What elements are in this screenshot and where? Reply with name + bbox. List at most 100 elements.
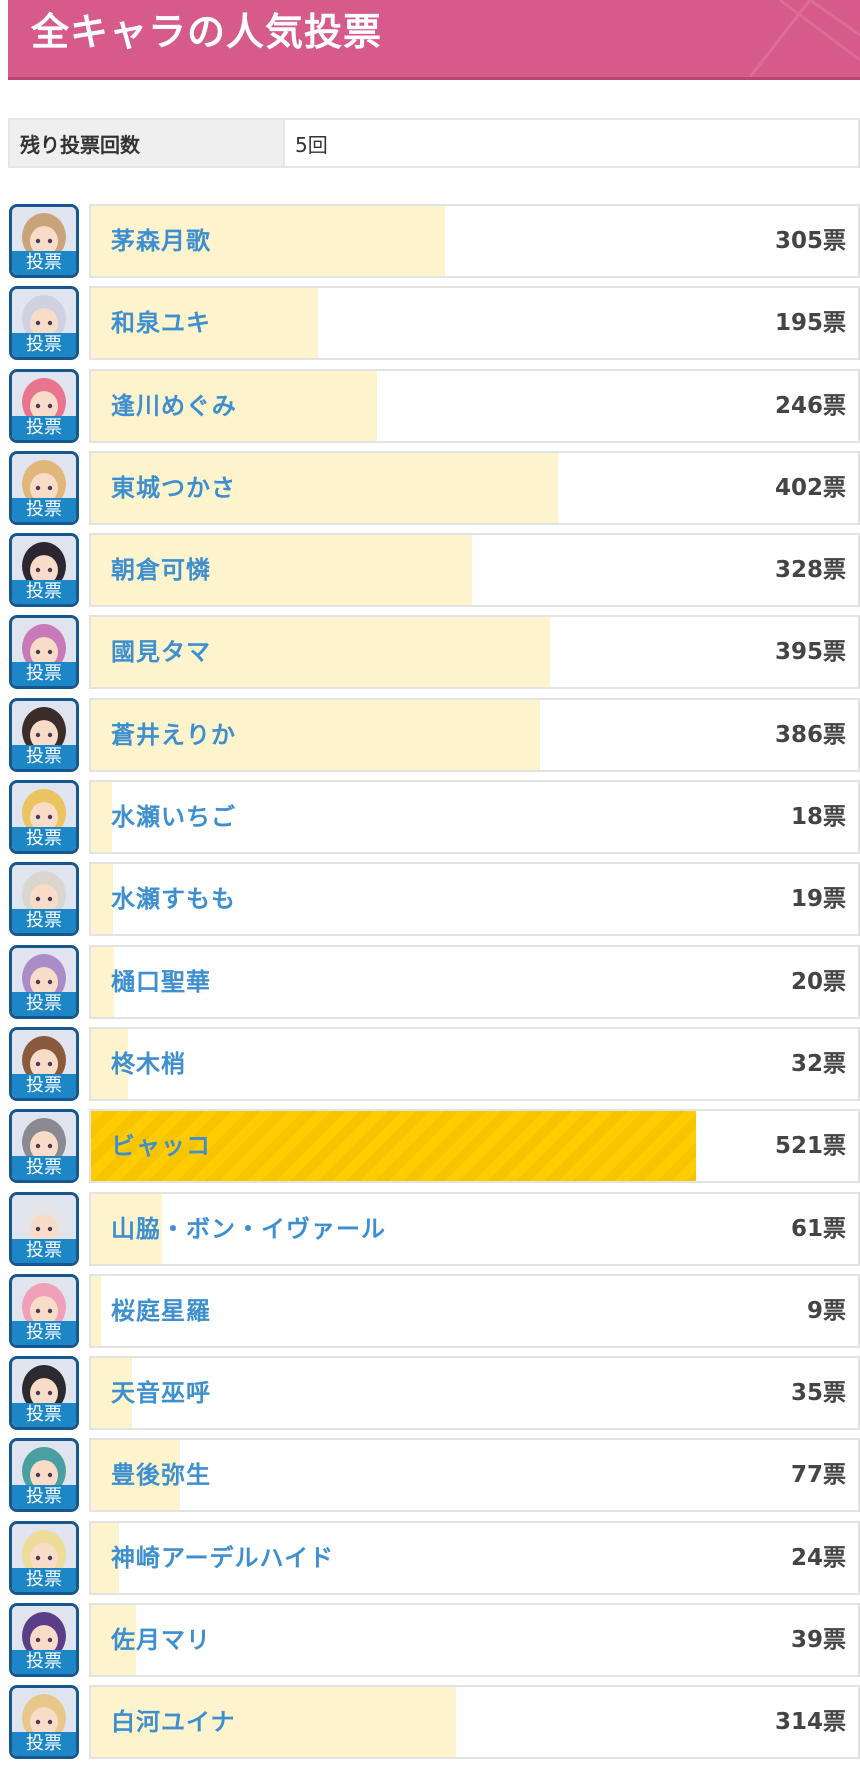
character-name-link[interactable]: 朝倉可憐 [111, 535, 211, 605]
character-row: 投票 白河ユイナ 314票 [0, 1685, 860, 1767]
vote-button-label: 投票 [12, 1732, 76, 1757]
vote-bar: 國見タマ 395票 [89, 615, 860, 690]
header-decoration [748, 0, 860, 77]
remaining-votes-table: 残り投票回数 5回 [8, 118, 860, 168]
vote-bar: 桜庭星羅 9票 [89, 1273, 860, 1348]
character-avatar-vote-button[interactable]: 投票 [9, 450, 79, 525]
vote-count: 32票 [790, 1050, 846, 1077]
vote-bar: 樋口聖華 20票 [89, 944, 860, 1019]
vote-bar: 天音巫呼 35票 [89, 1356, 860, 1431]
character-name-link[interactable]: 天音巫呼 [111, 1358, 211, 1428]
vote-count: 521票 [774, 1133, 846, 1160]
character-avatar-vote-button[interactable]: 投票 [9, 368, 79, 443]
character-avatar-vote-button[interactable]: 投票 [9, 944, 79, 1019]
character-name-link[interactable]: 和泉ユキ [111, 288, 211, 358]
character-avatar-vote-button[interactable]: 投票 [9, 615, 79, 690]
character-name-link[interactable]: 蒼井えりか [111, 700, 236, 770]
vote-bar: 東城つかさ 402票 [89, 450, 860, 525]
character-name-link[interactable]: 神崎アーデルハイド [111, 1523, 334, 1593]
character-row: 投票 佐月マリ 39票 [0, 1603, 860, 1685]
character-row: 投票 東城つかさ 402票 [0, 450, 860, 533]
character-name-link[interactable]: 豊後弥生 [111, 1440, 211, 1510]
vote-bar-fill [91, 864, 113, 935]
vote-bar: 逢川めぐみ 246票 [89, 368, 860, 443]
character-avatar-vote-button[interactable]: 投票 [9, 1603, 79, 1678]
character-avatar-vote-button[interactable]: 投票 [9, 1356, 79, 1431]
character-name-link[interactable]: 國見タマ [111, 617, 211, 687]
vote-button-label: 投票 [12, 415, 76, 440]
character-avatar-vote-button[interactable]: 投票 [9, 1109, 79, 1184]
character-name-link[interactable]: 樋口聖華 [111, 947, 211, 1017]
vote-count: 9票 [806, 1297, 846, 1324]
character-row: 投票 樋口聖華 20票 [0, 944, 860, 1027]
character-name-link[interactable]: 柊木梢 [111, 1029, 186, 1099]
vote-count: 20票 [790, 968, 846, 995]
character-name-link[interactable]: 東城つかさ [111, 453, 236, 523]
vote-count: 402票 [774, 474, 846, 501]
vote-count: 18票 [790, 804, 846, 831]
character-row: 投票 神崎アーデルハイド 24票 [0, 1520, 860, 1603]
character-name-link[interactable]: 白河ユイナ [111, 1687, 236, 1757]
character-avatar-vote-button[interactable]: 投票 [9, 697, 79, 772]
character-row: 投票 蒼井えりか 386票 [0, 697, 860, 780]
character-name-link[interactable]: 山脇・ボン・イヴァール [111, 1194, 386, 1264]
vote-count: 35票 [790, 1380, 846, 1407]
vote-count: 328票 [774, 557, 846, 584]
character-row: 投票 山脇・ボン・イヴァール 61票 [0, 1191, 860, 1274]
vote-button-label: 投票 [12, 580, 76, 605]
character-name-link[interactable]: ビャッコ [111, 1111, 211, 1181]
character-row: 投票 水瀬いちご 18票 [0, 780, 860, 862]
vote-bar: 朝倉可憐 328票 [89, 533, 860, 608]
character-avatar-vote-button[interactable]: 投票 [9, 1685, 79, 1760]
character-name-link[interactable]: 桜庭星羅 [111, 1276, 211, 1346]
character-row: 投票 茅森月歌 305票 [0, 204, 860, 286]
vote-count: 305票 [774, 228, 846, 254]
character-row: 投票 和泉ユキ 195票 [0, 286, 860, 368]
vote-button-label: 投票 [12, 744, 76, 769]
vote-bar: 和泉ユキ 195票 [89, 286, 860, 361]
vote-bar: 神崎アーデルハイド 24票 [89, 1520, 860, 1595]
vote-count: 61票 [790, 1215, 846, 1242]
character-name-link[interactable]: 茅森月歌 [111, 206, 211, 276]
vote-button-label: 投票 [12, 1238, 76, 1263]
vote-bar-fill [91, 1275, 101, 1346]
character-row: 投票 豊後弥生 77票 [0, 1438, 860, 1520]
character-avatar-vote-button[interactable]: 投票 [9, 1026, 79, 1101]
vote-bar: 茅森月歌 305票 [89, 204, 860, 278]
character-row: 投票 柊木梢 32票 [0, 1026, 860, 1109]
vote-count: 39票 [790, 1627, 846, 1654]
character-avatar-vote-button[interactable]: 投票 [9, 1520, 79, 1595]
character-name-link[interactable]: 水瀬すもも [111, 864, 236, 934]
page-title: 全キャラの人気投票 [31, 10, 383, 54]
character-avatar-vote-button[interactable]: 投票 [9, 1273, 79, 1348]
character-row: 投票 ビャッコ 521票 [0, 1109, 860, 1191]
vote-button-label: 投票 [12, 827, 76, 852]
character-avatar-vote-button[interactable]: 投票 [9, 286, 79, 361]
vote-count: 195票 [774, 310, 846, 337]
vote-bar: 水瀬すもも 19票 [89, 862, 860, 937]
vote-count: 246票 [774, 392, 846, 419]
remaining-votes-value: 5回 [295, 132, 328, 157]
vote-button-label: 投票 [12, 1403, 76, 1428]
character-row: 投票 朝倉可憐 328票 [0, 533, 860, 615]
vote-bar: 佐月マリ 39票 [89, 1603, 860, 1678]
remaining-votes-label: 残り投票回数 [10, 120, 285, 166]
vote-bar: 蒼井えりか 386票 [89, 697, 860, 772]
character-name-link[interactable]: 水瀬いちご [111, 782, 236, 852]
character-ranking-list: 投票 茅森月歌 305票 投票 和泉ユキ 195票 投票 逢川めぐみ 246票 投票 東城つかさ 40… [0, 204, 860, 1768]
character-name-link[interactable]: 佐月マリ [111, 1605, 211, 1675]
vote-count: 314票 [774, 1709, 846, 1736]
character-avatar-vote-button[interactable]: 投票 [9, 1191, 79, 1266]
vote-bar: ビャッコ 521票 [89, 1109, 860, 1184]
vote-button-label: 投票 [12, 1320, 76, 1345]
character-avatar-vote-button[interactable]: 投票 [9, 204, 79, 278]
vote-button-label: 投票 [12, 909, 76, 934]
character-avatar-vote-button[interactable]: 投票 [9, 862, 79, 937]
character-avatar-vote-button[interactable]: 投票 [9, 780, 79, 855]
character-avatar-vote-button[interactable]: 投票 [9, 533, 79, 608]
vote-button-label: 投票 [12, 1485, 76, 1510]
character-avatar-vote-button[interactable]: 投票 [9, 1438, 79, 1513]
vote-button-label: 投票 [12, 1073, 76, 1098]
character-name-link[interactable]: 逢川めぐみ [111, 371, 237, 441]
vote-button-label: 投票 [12, 497, 76, 522]
